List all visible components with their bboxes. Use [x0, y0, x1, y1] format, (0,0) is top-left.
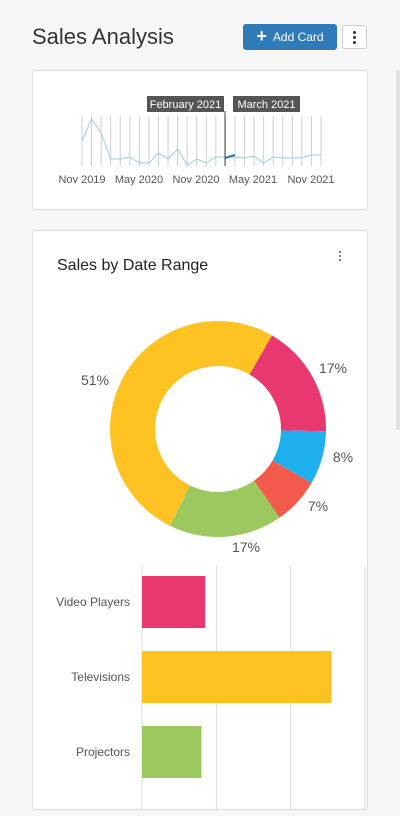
bar-category-label: Video Players: [56, 595, 130, 609]
donut-slice-label: 17%: [319, 360, 347, 376]
add-card-label: Add Card: [272, 30, 324, 44]
plus-icon: +: [256, 26, 267, 46]
scrollbar[interactable]: [396, 70, 400, 430]
timeline-sparkline: [81, 117, 321, 166]
add-card-button[interactable]: + Add Card: [243, 24, 337, 50]
donut-chart: 17% 8% 7% 17% 51%: [81, 320, 353, 555]
bar[interactable]: [142, 576, 206, 628]
x-label: Nov 2021: [287, 174, 334, 186]
x-label: Nov 2019: [58, 174, 105, 186]
tooltip-start-text: February 2021: [150, 99, 222, 111]
timeline-chart[interactable]: February 2021 March 2021 Nov 2019 May 20…: [33, 71, 369, 211]
page-menu-button[interactable]: [342, 25, 367, 49]
donut-slice-label: 17%: [232, 539, 260, 555]
sales-by-date-card: Sales by Date Range 17% 8% 7% 17% 51% Video …: [32, 230, 368, 811]
donut-slice-label: 8%: [333, 449, 353, 465]
x-label: Nov 2020: [172, 174, 219, 186]
sales-charts: 17% 8% 7% 17% 51% Video Players Televisions Pr…: [56, 320, 366, 811]
card-title: Sales by Date Range: [57, 257, 209, 274]
bar-category-label: Televisions: [71, 670, 130, 684]
bar[interactable]: [142, 651, 332, 703]
timeline-tooltip-end: March 2021: [233, 96, 300, 112]
timeline-x-labels: Nov 2019 May 2020 Nov 2020 May 2021 Nov …: [58, 174, 334, 186]
more-vertical-icon: [339, 251, 341, 261]
donut-slice-label: 7%: [308, 498, 328, 514]
timeline-tooltip-start: February 2021: [147, 96, 224, 112]
card-menu-button[interactable]: [333, 249, 347, 263]
page-title: Sales Analysis: [32, 24, 174, 49]
timeline-card: February 2021 March 2021 Nov 2019 May 20…: [32, 70, 368, 210]
more-vertical-icon: [353, 30, 356, 44]
bar-chart: Video Players Televisions Projectors: [56, 566, 366, 811]
bar-category-label: Projectors: [76, 745, 130, 759]
bar[interactable]: [142, 726, 202, 778]
donut-slice-label: 51%: [81, 372, 109, 388]
x-label: May 2021: [229, 174, 277, 186]
tooltip-end-text: March 2021: [237, 99, 295, 111]
x-label: May 2020: [115, 174, 163, 186]
page-header: Sales Analysis + Add Card: [0, 0, 400, 70]
